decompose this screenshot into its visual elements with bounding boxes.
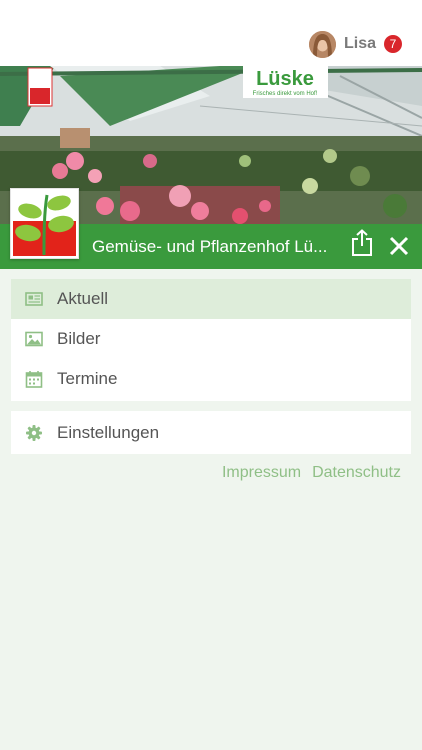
close-icon — [389, 236, 409, 256]
hero-sign-text: Lüske — [256, 68, 314, 90]
gear-icon — [26, 425, 42, 441]
menu-item-bilder[interactable]: Bilder — [11, 319, 411, 359]
user-name[interactable]: Lisa — [344, 35, 376, 53]
impressum-link[interactable]: Impressum — [222, 464, 301, 482]
share-icon — [352, 229, 372, 256]
brand-logo — [10, 188, 79, 259]
share-button[interactable] — [350, 229, 374, 257]
menu-item-label: Termine — [57, 369, 118, 388]
datenschutz-link[interactable]: Datenschutz — [312, 464, 401, 482]
settings-menu: Einstellungen — [11, 411, 411, 454]
notification-badge[interactable]: 7 — [384, 35, 402, 53]
menu-item-label: Einstellungen — [57, 422, 160, 442]
footer-links: Impressum Datenschutz — [222, 464, 401, 482]
menu-item-einstellungen[interactable]: Einstellungen — [11, 411, 411, 454]
avatar[interactable] — [308, 30, 336, 58]
menu-item-termine[interactable]: Termine — [11, 359, 411, 399]
close-button[interactable] — [387, 234, 411, 258]
main-menu: Aktuell Bilder Termine — [11, 279, 411, 401]
user-menu[interactable]: Lisa 7 — [308, 30, 402, 58]
menu-item-label: Aktuell — [57, 289, 109, 308]
top-bar: Lisa 7 — [0, 0, 422, 66]
newspaper-icon — [25, 292, 43, 306]
menu-item-aktuell[interactable]: Aktuell — [11, 279, 411, 319]
page-title: Gemüse- und Pflanzenhof Lü... — [92, 237, 328, 256]
image-icon — [25, 331, 43, 347]
menu-item-label: Bilder — [57, 329, 101, 348]
calendar-icon — [25, 371, 43, 388]
hero-sign-subtext: Frisches direkt vom Hof! — [253, 91, 318, 97]
